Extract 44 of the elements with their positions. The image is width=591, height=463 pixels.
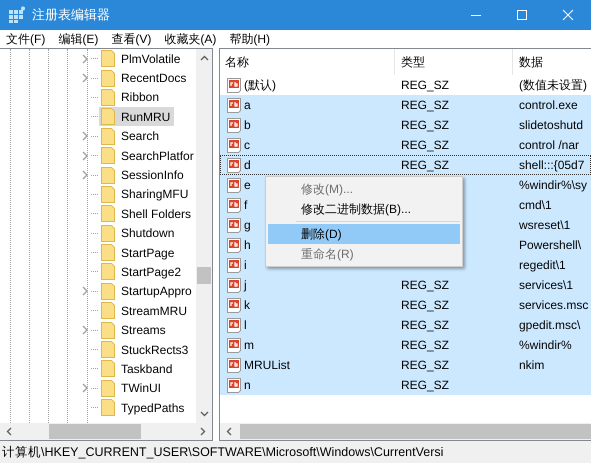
value-type: REG_SZ xyxy=(401,378,450,392)
value-type: REG_SZ xyxy=(401,358,450,372)
value-data: gpedit.msc\ xyxy=(519,318,580,332)
value-data: (数值未设置) xyxy=(519,76,587,94)
value-data: wsreset\1 xyxy=(519,218,570,232)
value-data: Powershell\ xyxy=(519,238,582,252)
value-name: f xyxy=(244,198,248,212)
value-data: slidetoshutd xyxy=(519,118,584,132)
value-data: shell:::{05d7 xyxy=(519,158,584,172)
value-name: b xyxy=(244,118,251,132)
value-data: nkim xyxy=(519,358,544,372)
value-name: i xyxy=(244,258,247,272)
value-name: MRUList xyxy=(244,358,290,372)
value-name: c xyxy=(244,138,250,152)
value-data: %windir% xyxy=(519,338,572,352)
value-type: REG_SZ xyxy=(401,78,450,92)
value-type: REG_SZ xyxy=(401,158,450,172)
window-title: 注册表编辑器 xyxy=(32,6,111,24)
value-type: REG_SZ xyxy=(401,138,450,152)
value-type: REG_SZ xyxy=(401,318,450,332)
value-name: l xyxy=(244,318,247,332)
value-name: h xyxy=(244,238,251,252)
value-data: cmd\1 xyxy=(519,198,552,212)
value-data: services.msc xyxy=(519,298,588,312)
status-bar: 计算机\HKEY_CURRENT_USER\SOFTWARE\Microsoft\Windows\CurrentVersi xyxy=(0,441,591,463)
value-type: REG_SZ xyxy=(401,338,450,352)
value-data: control.exe xyxy=(519,98,578,112)
value-type: REG_SZ xyxy=(401,298,450,312)
value-type: REG_SZ xyxy=(401,278,450,292)
value-name: m xyxy=(244,338,254,352)
value-name: d xyxy=(244,158,251,172)
value-data: control /nar xyxy=(519,138,580,152)
value-data: %windir%\sy xyxy=(519,178,588,192)
value-name: e xyxy=(244,178,251,192)
value-name: k xyxy=(244,298,250,312)
value-name: a xyxy=(244,98,251,112)
value-data: services\1 xyxy=(519,278,574,292)
value-name: j xyxy=(244,278,247,292)
value-name: n xyxy=(244,378,251,392)
value-name: (默认) xyxy=(244,76,276,94)
value-type: REG_SZ xyxy=(401,98,450,112)
value-type: REG_SZ xyxy=(401,118,450,132)
value-data: regedit\1 xyxy=(519,258,566,272)
value-name: g xyxy=(244,218,251,232)
